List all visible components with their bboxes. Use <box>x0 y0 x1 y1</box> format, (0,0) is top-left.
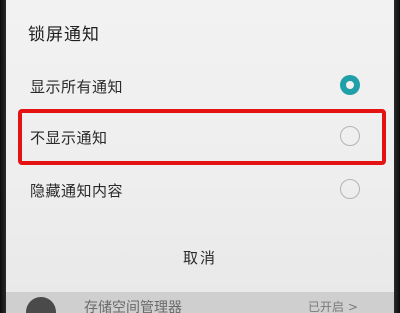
background-item-label: 存储空间管理器 <box>84 300 182 313</box>
option-show-all[interactable]: 显示所有通知 <box>6 62 394 110</box>
radio-selected[interactable] <box>340 75 360 95</box>
radio-unselected[interactable] <box>340 179 360 199</box>
dialog-title: 锁屏通知 <box>28 25 100 45</box>
background-list-item: 存储空间管理器 已开启 > <box>6 292 394 313</box>
highlight-annotation-box <box>18 109 386 165</box>
option-label: 显示所有通知 <box>30 78 124 96</box>
cancel-button[interactable]: 取消 <box>150 240 250 276</box>
app-icon <box>26 297 56 313</box>
option-label: 隐藏通知内容 <box>30 182 124 200</box>
phone-screen: 锁屏通知 显示所有通知 不显示通知 隐藏通知内容 取消 存储空间管理器 已开启 … <box>0 0 400 313</box>
background-item-status: 已开启 > <box>308 300 358 313</box>
phone-bezel-right <box>394 0 400 313</box>
lock-screen-notification-dialog: 锁屏通知 显示所有通知 不显示通知 隐藏通知内容 取消 <box>6 0 394 292</box>
option-hide-content[interactable]: 隐藏通知内容 <box>6 166 394 214</box>
